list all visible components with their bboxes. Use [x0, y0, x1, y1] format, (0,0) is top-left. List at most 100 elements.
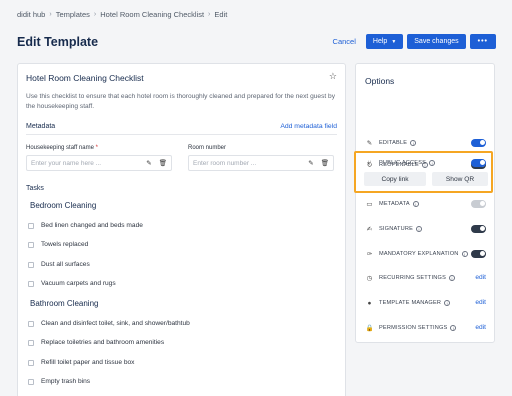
info-icon[interactable]: i [410, 140, 417, 146]
staff-name-label-text: Housekeeping staff name [26, 145, 94, 151]
option-label: SIGNATURE [379, 226, 414, 232]
mandatory-explanation-toggle[interactable] [471, 250, 486, 258]
recurring-icon: ◷ [366, 275, 373, 282]
options-panel: Options ✎ EDITABLE i ↻ REOPENABLE i ⑂ PU… [355, 63, 495, 343]
chevron-right-icon: › [93, 11, 97, 18]
task-label: Replace toiletries and bathroom amenitie… [41, 339, 165, 346]
task-item[interactable]: Bed linen changed and beds made [28, 222, 143, 229]
pencil-icon[interactable]: ✎ [146, 159, 151, 167]
staff-name-label: Housekeeping staff name * [26, 145, 98, 151]
option-signature: ✍ SIGNATURE i [365, 223, 486, 235]
task-item[interactable]: Replace toiletries and bathroom amenitie… [28, 339, 164, 346]
task-label: Dust all surfaces [41, 261, 90, 268]
task-checkbox[interactable] [28, 280, 34, 287]
task-item[interactable]: Empty trash bins [28, 378, 90, 385]
task-checkbox[interactable] [28, 241, 34, 248]
task-item[interactable]: Clean and disinfect toilet, sink, and sh… [28, 320, 190, 327]
tasks-heading: Tasks [26, 185, 44, 192]
signature-icon: ✍ [366, 226, 373, 233]
recurring-settings-edit-link[interactable]: edit [475, 274, 486, 281]
option-label: TEMPLATE MANAGER [379, 300, 442, 306]
option-mandatory-explanation: ✑ MANDATORY EXPLANATION i [365, 248, 486, 260]
chevron-right-icon: › [49, 11, 52, 18]
breadcrumb-templates[interactable]: Templates [56, 10, 90, 19]
option-recurring-settings: ◷ RECURRING SETTINGS i edit [365, 272, 486, 284]
copy-link-button[interactable]: Copy link [364, 172, 426, 186]
task-group-title[interactable]: Bathroom Cleaning [30, 299, 98, 308]
info-icon[interactable]: i [449, 275, 455, 281]
info-icon[interactable]: i [444, 300, 451, 306]
option-label: MANDATORY EXPLANATION [379, 251, 459, 257]
divider [26, 134, 337, 135]
room-number-label: Room number [188, 145, 227, 151]
checklist-editor-card: Hotel Room Cleaning Checklist ☆ Use this… [17, 63, 346, 396]
pencil-icon: ✎ [366, 140, 373, 147]
trash-icon[interactable]: 🗑 [159, 159, 167, 167]
star-icon[interactable]: ☆ [329, 71, 337, 82]
task-checkbox[interactable] [28, 378, 34, 385]
option-label: PERMISSION SETTINGS [379, 325, 448, 331]
explanation-icon: ✑ [366, 251, 373, 258]
staff-name-field[interactable]: Enter your name here ... ✎ 🗑 [26, 155, 172, 171]
signature-toggle[interactable] [471, 225, 486, 233]
metadata-heading: Metadata [26, 123, 56, 130]
checklist-description[interactable]: Use this checklist to ensure that each h… [26, 92, 338, 112]
header-actions: Cancel Help ▼ Save changes ••• [333, 34, 496, 49]
template-manager-edit-link[interactable]: edit [475, 299, 486, 306]
task-item[interactable]: Vacuum carpets and rugs [28, 280, 116, 287]
task-item[interactable]: Refill toilet paper and tissue box [28, 359, 134, 366]
option-editable: ✎ EDITABLE i [365, 137, 486, 149]
info-icon[interactable]: i [416, 226, 423, 232]
required-marker: * [95, 145, 98, 151]
breadcrumb-template[interactable]: Hotel Room Cleaning Checklist [100, 10, 204, 19]
task-checkbox[interactable] [28, 359, 34, 366]
task-item[interactable]: Towels replaced [28, 241, 88, 248]
chevron-right-icon: › [208, 11, 211, 18]
help-button-label: Help [372, 38, 388, 45]
cancel-button[interactable]: Cancel [333, 37, 356, 46]
option-permission-settings: 🔒 PERMISSION SETTINGS i edit [365, 322, 486, 334]
task-label: Bed linen changed and beds made [41, 222, 143, 229]
editable-toggle[interactable] [471, 139, 486, 147]
chevron-down-icon: ▼ [391, 38, 397, 45]
task-label: Empty trash bins [41, 378, 91, 385]
option-label: RECURRING SETTINGS [379, 275, 446, 281]
manager-icon: ● [367, 299, 372, 307]
task-checkbox[interactable] [28, 339, 34, 346]
pencil-icon[interactable]: ✎ [308, 159, 313, 167]
lock-icon: 🔒 [365, 325, 374, 332]
task-checkbox[interactable] [28, 261, 34, 268]
staff-name-placeholder: Enter your name here ... [31, 159, 102, 167]
info-icon[interactable]: i [412, 201, 419, 207]
option-label: METADATA [379, 201, 410, 207]
save-changes-button[interactable]: Save changes [407, 34, 466, 49]
more-options-button[interactable]: ••• [469, 34, 496, 49]
task-group-title[interactable]: Bedroom Cleaning [30, 201, 96, 210]
breadcrumb-home[interactable]: didit hub [17, 10, 45, 19]
option-metadata: ▭ METADATA i [365, 198, 486, 210]
option-template-manager: ● TEMPLATE MANAGER i edit [365, 297, 486, 309]
task-checkbox[interactable] [28, 222, 34, 229]
task-label: Clean and disinfect toilet, sink, and sh… [41, 320, 190, 327]
info-icon[interactable]: i [450, 325, 457, 331]
task-label: Towels replaced [41, 241, 89, 248]
room-number-field[interactable]: Enter room number ... ✎ 🗑 [188, 155, 334, 171]
breadcrumb-current: Edit [214, 10, 228, 19]
task-checkbox[interactable] [28, 320, 34, 327]
metadata-icon: ▭ [366, 201, 373, 208]
permission-settings-edit-link[interactable]: edit [475, 324, 486, 331]
show-qr-button[interactable]: Show QR [432, 172, 488, 186]
checklist-title[interactable]: Hotel Room Cleaning Checklist [26, 73, 144, 83]
room-number-placeholder: Enter room number ... [193, 159, 257, 167]
add-metadata-field-link[interactable]: Add metadata field [280, 123, 337, 130]
task-label: Vacuum carpets and rugs [41, 280, 116, 287]
breadcrumb: didit hub › Templates › Hotel Room Clean… [17, 10, 227, 19]
help-button[interactable]: Help ▼ [365, 34, 404, 49]
info-icon[interactable]: i [461, 251, 468, 257]
trash-icon[interactable]: 🗑 [321, 159, 329, 167]
task-item[interactable]: Dust all surfaces [28, 261, 90, 268]
page-title: Edit Template [17, 35, 99, 49]
metadata-toggle[interactable] [471, 200, 486, 208]
task-label: Refill toilet paper and tissue box [41, 359, 135, 366]
options-title: Options [365, 76, 395, 86]
